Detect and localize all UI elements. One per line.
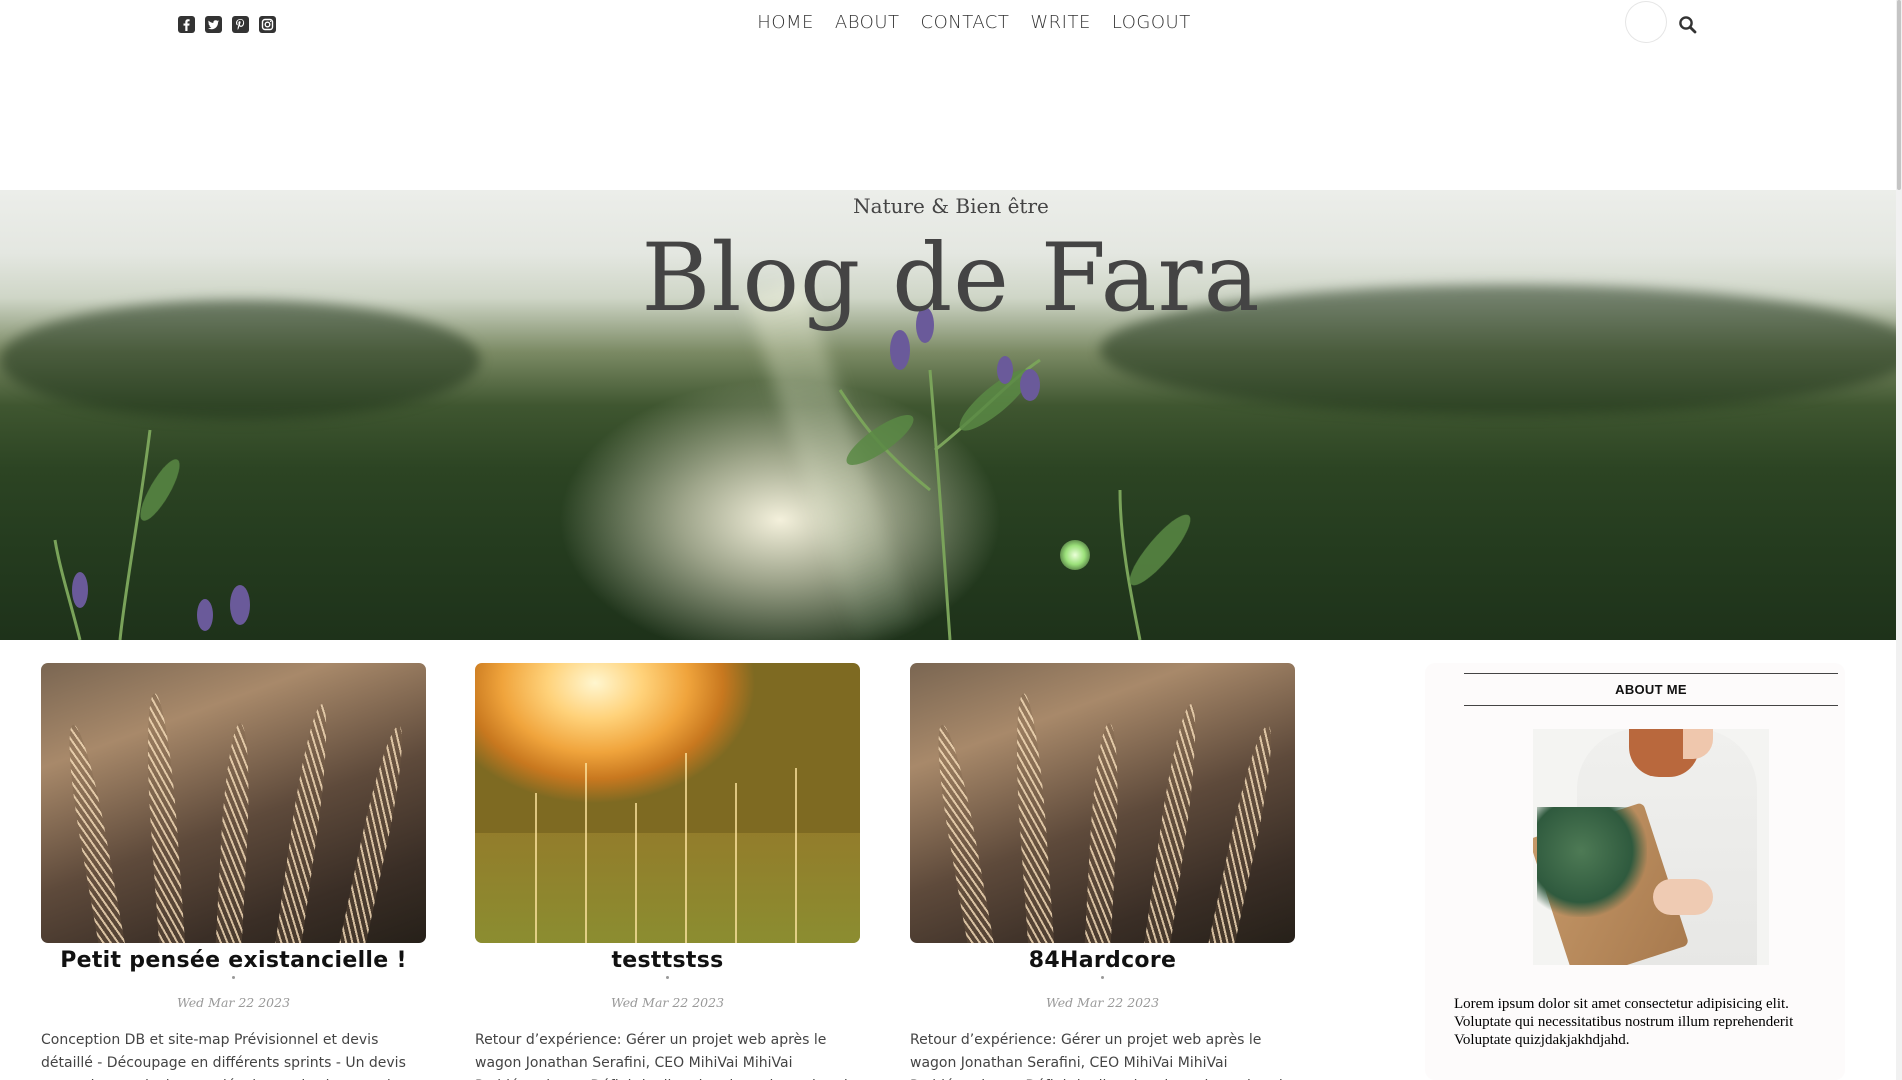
page-scrollbar-thumb[interactable]	[1897, 0, 1901, 190]
posts-grid: Petit pensée existancielle ! Wed Mar 22 …	[41, 663, 1301, 1080]
about-photo-detail	[1653, 879, 1713, 915]
nav-write[interactable]: WRITE	[1030, 12, 1090, 33]
post-image-detail	[929, 722, 997, 943]
post-image-detail	[1205, 722, 1281, 943]
search-icon[interactable]	[1678, 15, 1698, 35]
post-image[interactable]	[41, 663, 426, 943]
about-photo-detail	[1537, 807, 1647, 917]
post-date: Wed Mar 22 2023	[610, 995, 725, 1010]
post-card[interactable]: testtstss Wed Mar 22 2023 Retour d’expér…	[475, 663, 860, 1080]
post-divider	[1101, 976, 1104, 979]
about-text: Lorem ipsum dolor sit amet consectetur a…	[1454, 996, 1794, 1048]
post-divider	[666, 976, 669, 979]
post-title[interactable]: 84Hardcore	[910, 948, 1295, 973]
top-bar: HOME ABOUT CONTACT WRITE LOGOUT	[0, 0, 1902, 50]
post-date: Wed Mar 22 2023	[1045, 995, 1160, 1010]
post-image-detail	[273, 702, 335, 943]
post-date: Wed Mar 22 2023	[176, 995, 291, 1010]
post-image-detail	[475, 833, 860, 943]
post-image-detail	[685, 753, 687, 943]
nav-contact[interactable]: CONTACT	[921, 12, 1010, 33]
sidebar-about: ABOUT ME Lorem ipsum dolor sit amet cons…	[1425, 663, 1845, 1080]
post-card[interactable]: 84Hardcore Wed Mar 22 2023 Retour d’expé…	[910, 663, 1295, 1080]
nav-home[interactable]: HOME	[757, 12, 814, 33]
about-heading: ABOUT ME	[1464, 673, 1838, 706]
main-nav: HOME ABOUT CONTACT WRITE LOGOUT	[0, 12, 1902, 33]
post-image-detail	[1083, 722, 1123, 943]
post-image[interactable]	[910, 663, 1295, 943]
post-excerpt: Retour d’expérience: Gérer un projet web…	[475, 1032, 856, 1080]
banner-lens-flare	[1060, 540, 1090, 570]
post-image[interactable]	[475, 663, 860, 943]
post-image-detail	[214, 722, 254, 943]
post-excerpt: Retour d’expérience: Gérer un projet web…	[910, 1032, 1291, 1080]
site-title: Blog de Fara	[641, 224, 1261, 333]
post-image-detail	[735, 783, 737, 943]
post-image-detail	[141, 692, 187, 943]
about-photo	[1533, 729, 1769, 965]
post-title[interactable]: testtstss	[475, 948, 860, 973]
post-image-detail	[635, 803, 637, 943]
post-title[interactable]: Petit pensée existancielle !	[41, 948, 426, 973]
site-subtitle: Nature & Bien être	[853, 194, 1049, 218]
post-excerpt: Conception DB et site-map Prévisionnel e…	[41, 1032, 423, 1080]
post-image-detail	[585, 763, 587, 943]
post-image-detail	[1010, 692, 1056, 943]
header-banner: Nature & Bien être Blog de Fara	[0, 190, 1902, 640]
post-card[interactable]: Petit pensée existancielle ! Wed Mar 22 …	[41, 663, 426, 1080]
nav-logout[interactable]: LOGOUT	[1112, 12, 1191, 33]
post-image-detail	[60, 722, 128, 943]
nav-about[interactable]: ABOUT	[835, 12, 900, 33]
post-image-detail	[336, 722, 412, 943]
post-divider	[232, 976, 235, 979]
post-image-detail	[795, 768, 797, 943]
post-image-detail	[535, 793, 537, 943]
user-avatar[interactable]	[1626, 2, 1666, 42]
post-image-detail	[1142, 702, 1204, 943]
